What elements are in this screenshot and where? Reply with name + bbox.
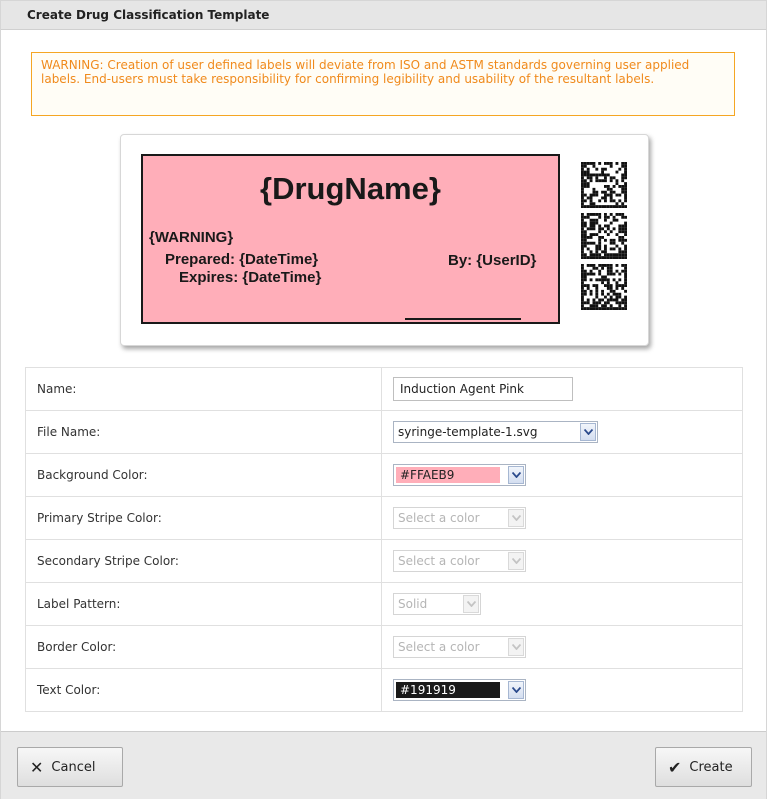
label-preview-body: {DrugName} {WARNING} Prepared: {DateTime…	[141, 154, 560, 324]
create-button-label: Create	[689, 759, 733, 775]
form-row-text-color: Text Color: #191919	[25, 668, 743, 712]
2d-barcode-icon	[581, 213, 627, 259]
file-name-select[interactable]: syringe-template-1.svg	[393, 421, 598, 443]
border-color-value: Select a color	[398, 640, 480, 654]
2d-barcode-icon	[581, 264, 627, 310]
create-template-dialog: Create Drug Classification Template WARN…	[0, 0, 767, 799]
standards-warning: WARNING: Creation of user defined labels…	[31, 52, 735, 116]
name-label: Name:	[25, 367, 382, 411]
chevron-down-icon	[508, 552, 524, 570]
name-input[interactable]: Induction Agent Pink	[393, 377, 573, 401]
preview-prepared: Prepared: {DateTime}	[165, 251, 319, 268]
border-color-select[interactable]: Select a color	[393, 636, 526, 658]
label-pattern-value: Solid	[398, 597, 428, 611]
create-button[interactable]: ✔ Create	[655, 747, 752, 787]
text-color-label: Text Color:	[25, 668, 382, 712]
preview-warning: {WARNING}	[149, 229, 234, 246]
preview-expires: Expires: {DateTime}	[179, 269, 322, 286]
chevron-down-icon	[508, 681, 524, 699]
dialog-title-bar: Create Drug Classification Template	[1, 1, 766, 30]
file-name-label: File Name:	[25, 410, 382, 454]
text-color-value: #191919	[396, 682, 500, 698]
file-name-value: syringe-template-1.svg	[398, 425, 538, 439]
background-color-select[interactable]: #FFAEB9	[393, 464, 526, 486]
label-preview: {DrugName} {WARNING} Prepared: {DateTime…	[120, 134, 649, 346]
chevron-down-icon	[580, 423, 596, 441]
label-pattern-select[interactable]: Solid	[393, 593, 481, 615]
border-color-label: Border Color:	[25, 625, 382, 669]
secondary-stripe-select[interactable]: Select a color	[393, 550, 526, 572]
primary-stripe-value: Select a color	[398, 511, 480, 525]
form-row-primary-stripe: Primary Stripe Color: Select a color	[25, 496, 743, 540]
background-color-label: Background Color:	[25, 453, 382, 497]
preview-drug-name: {DrugName}	[260, 171, 441, 206]
dialog-footer: ✕ Cancel ✔ Create	[1, 731, 766, 799]
checkmark-icon: ✔	[668, 757, 682, 777]
close-icon: ✕	[30, 757, 44, 777]
preview-signature-line	[405, 318, 521, 320]
form-row-border-color: Border Color: Select a color	[25, 625, 743, 669]
label-pattern-label: Label Pattern:	[25, 582, 382, 626]
form-row-name: Name: Induction Agent Pink	[25, 367, 743, 411]
secondary-stripe-value: Select a color	[398, 554, 480, 568]
background-color-value: #FFAEB9	[396, 467, 500, 483]
cancel-button[interactable]: ✕ Cancel	[17, 747, 123, 787]
2d-barcode-icon	[581, 162, 627, 208]
dialog-title: Create Drug Classification Template	[27, 8, 270, 22]
primary-stripe-label: Primary Stripe Color:	[25, 496, 382, 540]
preview-by: By: {UserID}	[448, 252, 537, 269]
chevron-down-icon	[508, 466, 524, 484]
form-row-file-name: File Name: syringe-template-1.svg	[25, 410, 743, 454]
primary-stripe-select[interactable]: Select a color	[393, 507, 526, 529]
form-row-background-color: Background Color: #FFAEB9	[25, 453, 743, 497]
form-row-label-pattern: Label Pattern: Solid	[25, 582, 743, 626]
text-color-select[interactable]: #191919	[393, 679, 526, 701]
chevron-down-icon	[508, 638, 524, 656]
chevron-down-icon	[463, 595, 479, 613]
template-form: Name: Induction Agent Pink File Name: sy…	[25, 367, 743, 712]
chevron-down-icon	[508, 509, 524, 527]
cancel-button-label: Cancel	[51, 759, 96, 775]
form-row-secondary-stripe: Secondary Stripe Color: Select a color	[25, 539, 743, 583]
secondary-stripe-label: Secondary Stripe Color:	[25, 539, 382, 583]
